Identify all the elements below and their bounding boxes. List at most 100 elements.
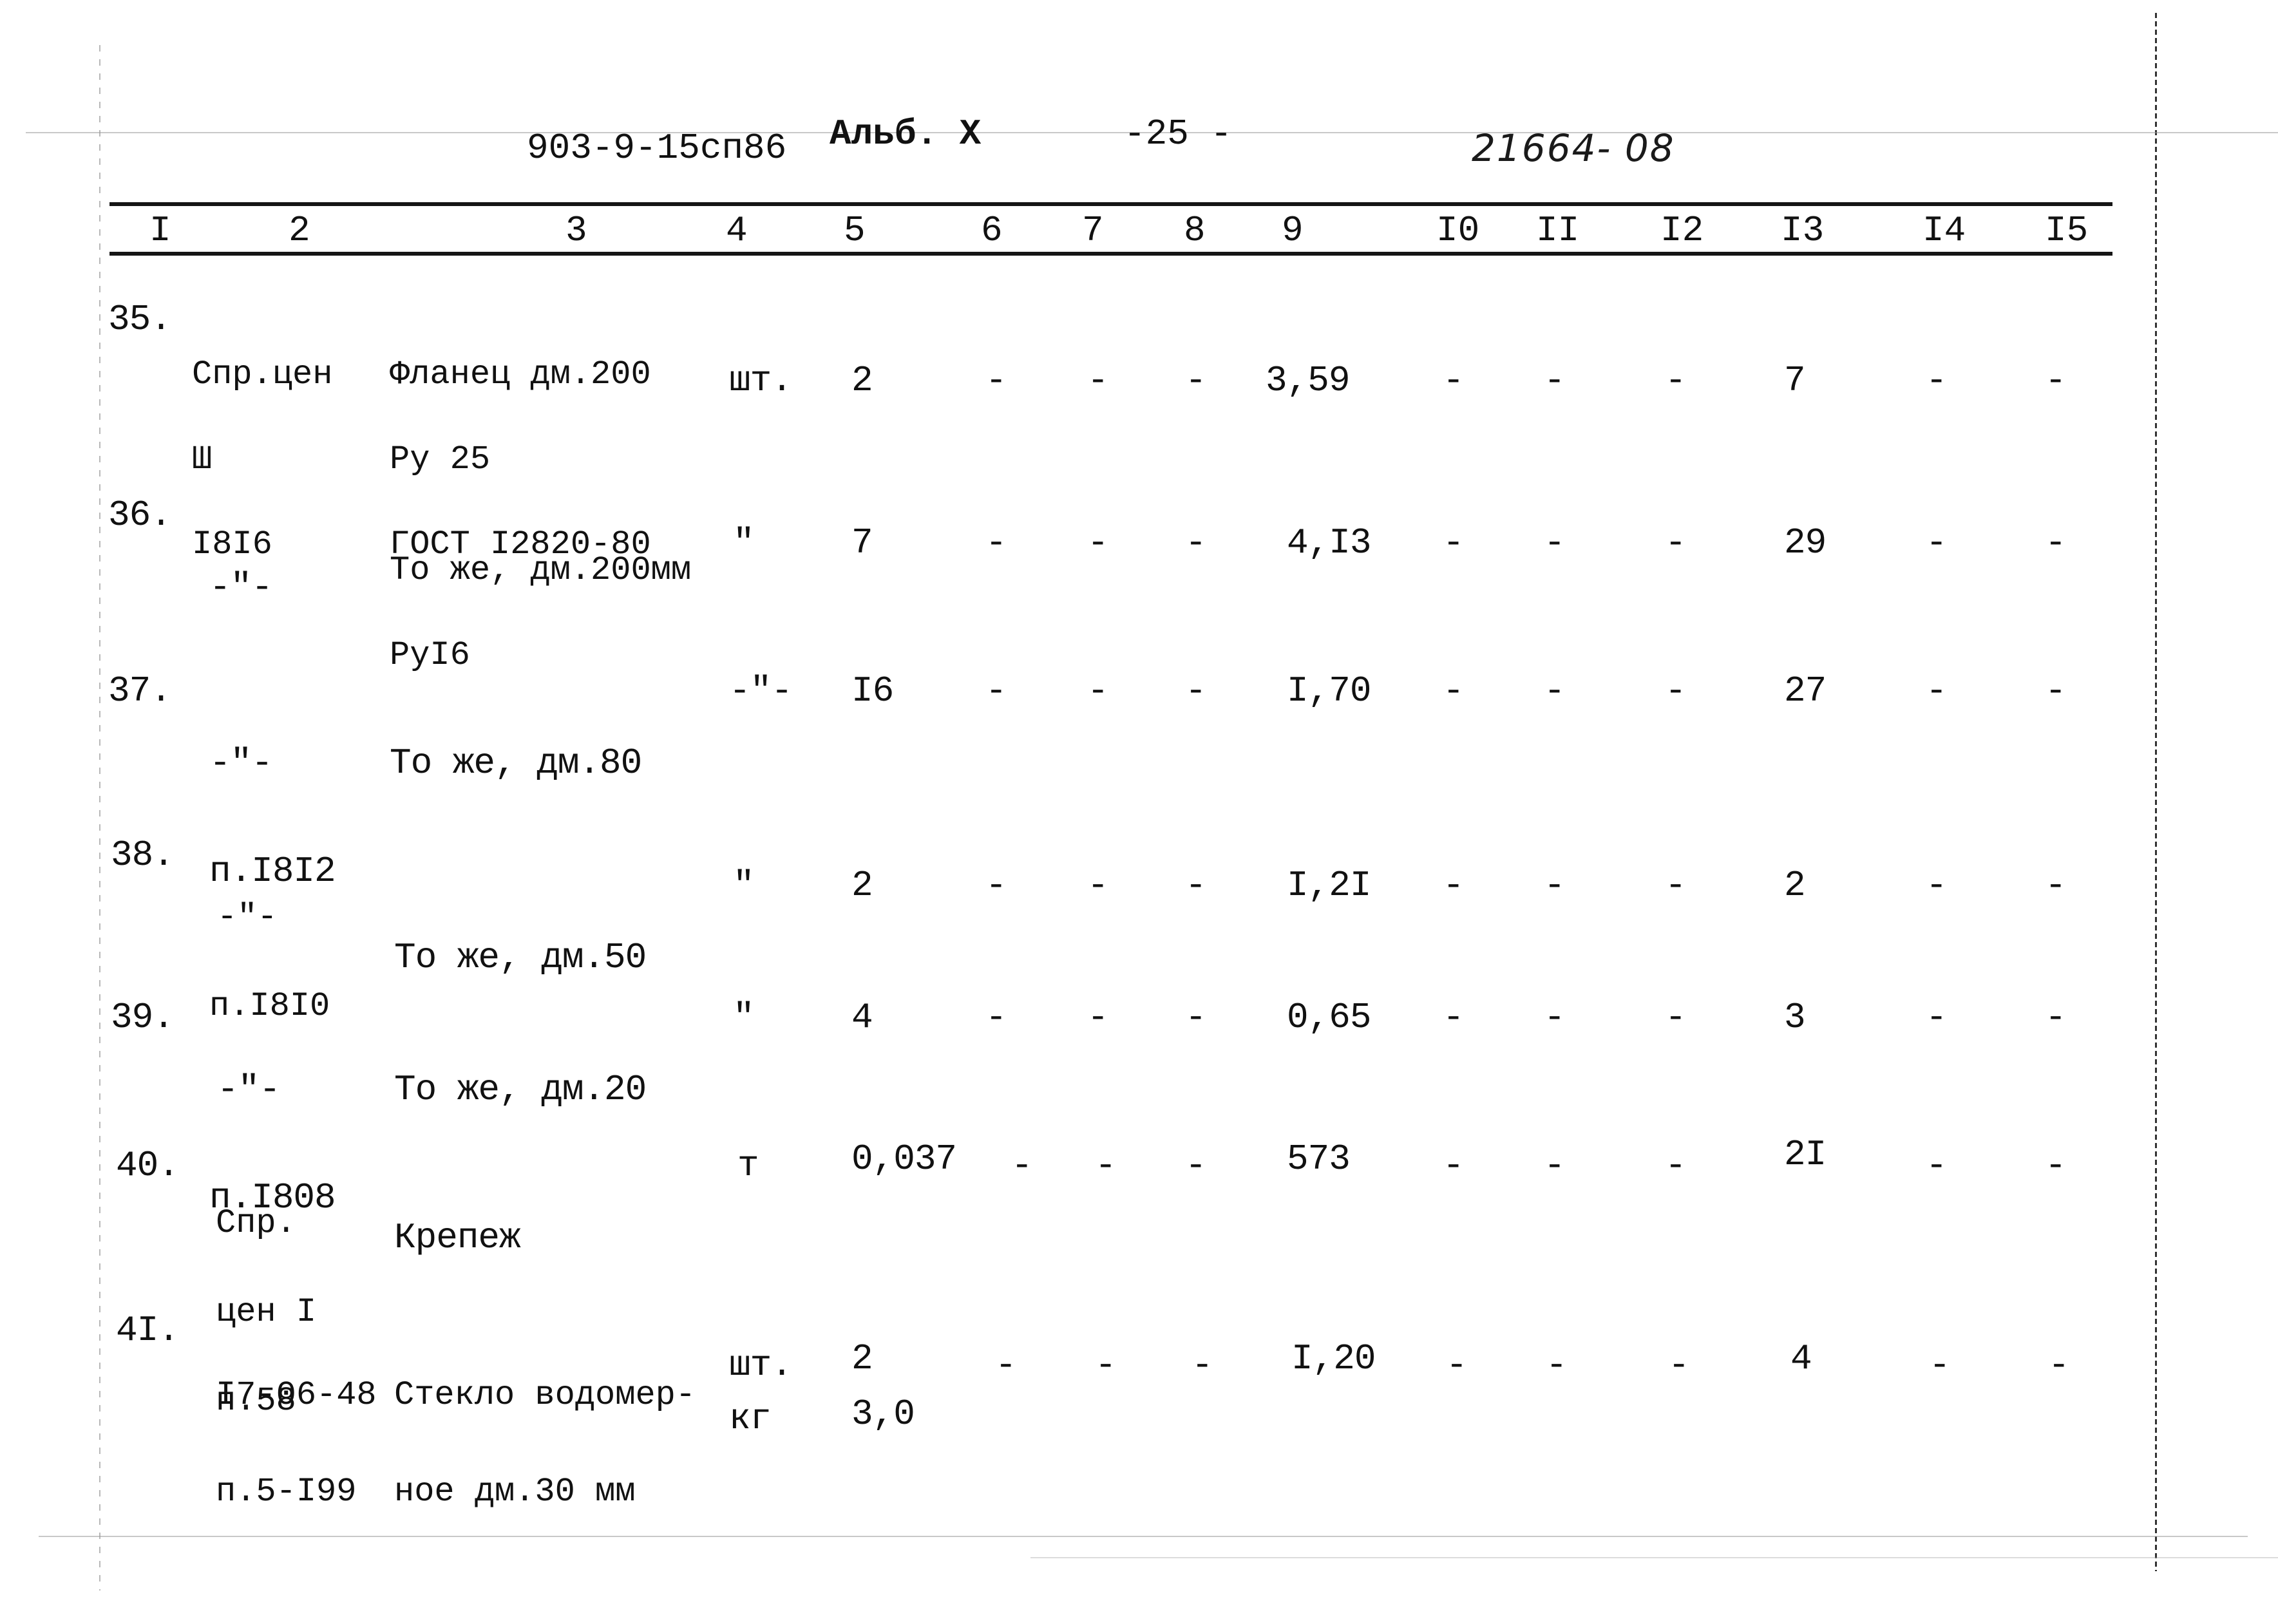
column-number: I5 [2045,210,2089,251]
col6-value: - [1011,1145,1033,1186]
reference-line: -"- [217,1069,281,1110]
column-number: 7 [1082,210,1104,251]
item-name-line: То же, дм.20 [394,1069,647,1110]
item-name-line: Ру 25 [390,440,491,478]
col6-value: - [995,1345,1017,1386]
item-name: То же, дм.80 [390,673,642,853]
quantity-secondary: 3,0 [851,1393,915,1435]
col13-value: 4 [1790,1338,1812,1379]
col7-value: - [1087,997,1109,1038]
col8-value: - [1185,997,1207,1038]
column-number: I0 [1436,210,1480,251]
col13-value: 29 [1784,522,1827,563]
column-number: II [1536,210,1580,251]
col11-value: - [1544,360,1566,401]
quantity: 2 [851,1338,873,1379]
quantity: 2 [851,360,873,401]
col9-value: I,20 [1291,1338,1376,1379]
col7-value: - [1095,1345,1117,1386]
reference-line: -"- [209,742,273,784]
inventory-number: 21664- 08 [1472,126,1675,170]
col14-value: - [1926,360,1948,401]
col8-value: - [1191,1345,1213,1386]
col7-value: - [1087,670,1109,712]
quantity: 0,037 [851,1138,957,1180]
column-number: 3 [565,210,587,251]
col10-value: - [1443,670,1465,712]
column-number: 4 [726,210,748,251]
row-reference: I7-06-48 п.5-I99 [216,1315,377,1572]
col7-value: - [1095,1145,1117,1186]
item-name: Крепеж [394,1147,521,1328]
col10-value: - [1443,1145,1465,1186]
col15-value: - [2045,865,2067,906]
column-number: I2 [1660,210,1704,251]
col6-value: - [985,522,1007,563]
col6-value: - [985,865,1007,906]
item-name-line: ное дм.30 мм [394,1473,636,1511]
col12-value: - [1668,1345,1690,1386]
col9-value: I,2I [1287,865,1371,906]
unit: " [733,865,755,906]
reference-line: I7-06-48 [216,1376,377,1414]
document-code: 903-9-15сп86 [527,127,787,169]
col10-value: - [1443,522,1465,563]
reference-line: Спр. [216,1204,296,1242]
column-number: I3 [1781,210,1825,251]
col9-value: 3,59 [1266,360,1350,401]
quantity: 4 [851,997,873,1038]
column-number: I [149,210,171,251]
col13-value: 7 [1784,360,1806,401]
col10-value: - [1443,865,1465,906]
col15-value: - [2045,670,2067,712]
column-number: I4 [1922,210,1966,251]
item-name-line: То же, дм.200мм [390,551,692,589]
col12-value: - [1665,1145,1687,1186]
col11-value: - [1544,1145,1566,1186]
column-number: 8 [1184,210,1206,251]
unit: " [733,997,755,1038]
bottom-scan-artifact [1030,1557,2278,1558]
col14-value: - [1926,865,1948,906]
header-top-rule [109,202,2112,206]
row-number: 4I. [116,1310,180,1351]
col15-value: - [2048,1345,2070,1386]
col15-value: - [2045,1145,2067,1186]
reference-line: п.5-I99 [216,1473,357,1511]
reference-line: Спр.цен [192,355,333,393]
reference-line: -"- [209,567,273,608]
col14-value: - [1926,522,1948,563]
item-name-line: РуI6 [390,636,470,674]
col11-value: - [1544,997,1566,1038]
col14-value: - [1926,670,1948,712]
row-number: 35. [108,299,172,340]
col6-value: - [985,997,1007,1038]
col9-value: 0,65 [1287,997,1371,1038]
col10-value: - [1446,1345,1468,1386]
item-name: Стекло водомер- ное дм.30 мм [394,1315,696,1572]
col15-value: - [2045,997,2067,1038]
col7-value: - [1087,522,1109,563]
col11-value: - [1544,522,1566,563]
col12-value: - [1665,865,1687,906]
column-number: 2 [289,210,310,251]
col12-value: - [1665,997,1687,1038]
reference-line: -"- [217,898,278,936]
col10-value: - [1443,997,1465,1038]
row-reference: -"- [209,497,293,677]
col12-value: - [1665,522,1687,563]
col13-value: 27 [1784,670,1827,712]
col15-value: - [2045,522,2067,563]
col15-value: - [2045,360,2067,401]
column-number: 6 [981,210,1003,251]
row-number: 36. [108,495,172,536]
col11-value: - [1546,1345,1568,1386]
col7-value: - [1087,360,1109,401]
unit-secondary: кг [729,1398,772,1439]
unit: " [733,522,755,563]
col8-value: - [1185,670,1207,712]
col9-value: 573 [1287,1138,1351,1180]
page-number: -25 - [1124,113,1233,155]
row-number: 37. [108,670,172,712]
col6-value: - [985,670,1007,712]
